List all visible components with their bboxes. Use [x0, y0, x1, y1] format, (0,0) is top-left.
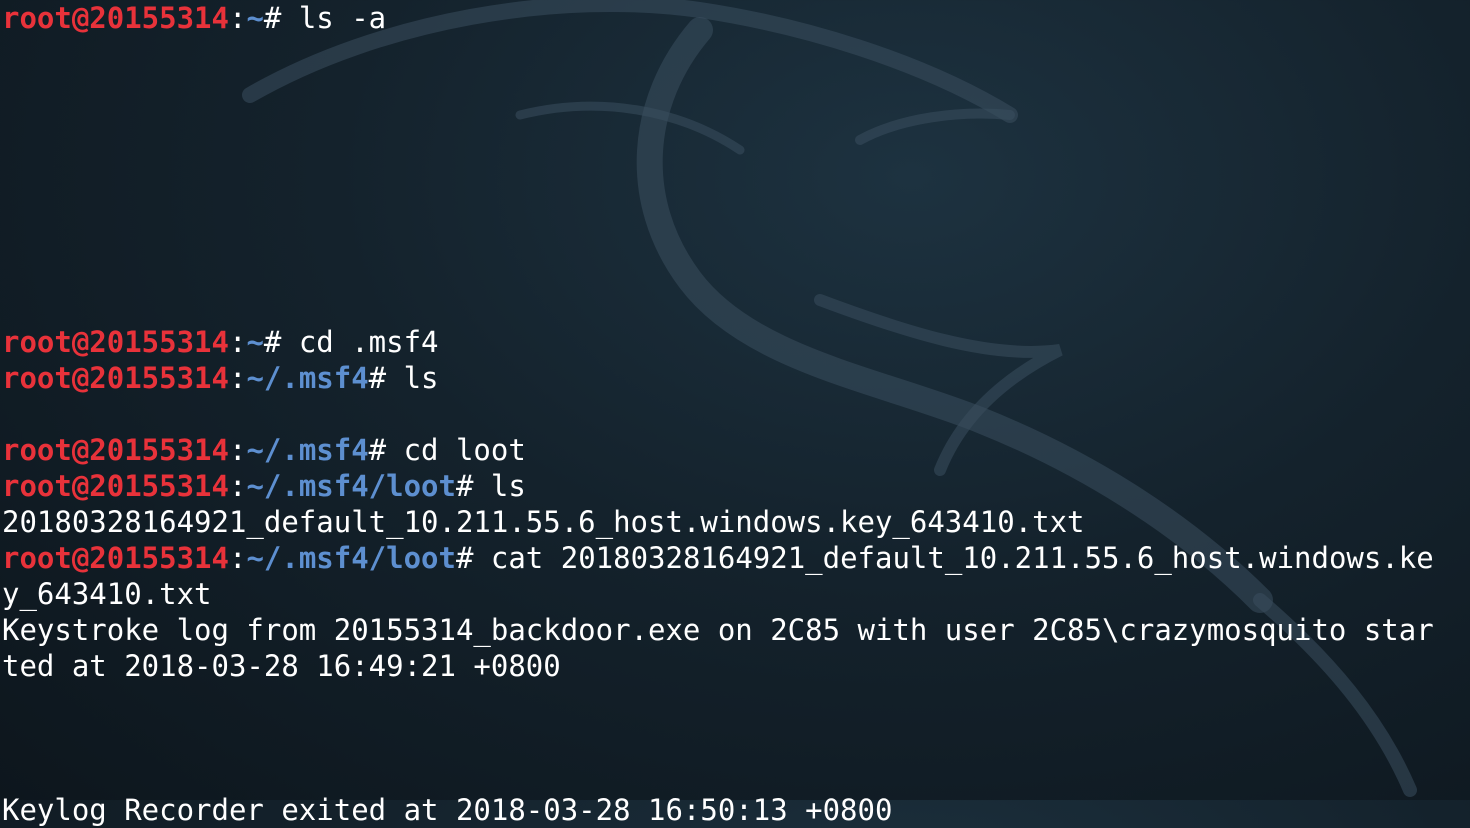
output-text: y_643410.txt — [2, 577, 212, 611]
prompt-separator: : — [228, 541, 247, 575]
command-text: ls — [490, 469, 526, 503]
prompt-cwd: ~/.msf4 — [246, 433, 369, 467]
cat-output-line: y_643410.txt — [2, 576, 212, 612]
prompt-hash: # — [263, 1, 299, 35]
prompt-user-host: root@20155314 — [2, 469, 229, 503]
prompt-separator: : — [228, 325, 247, 359]
output-text: Keylog Recorder exited at 2018-03-28 16:… — [2, 793, 893, 827]
command-text: ls -a — [298, 1, 387, 35]
prompt-user-host: root@20155314 — [2, 1, 229, 35]
prompt-line: root@20155314:~# cd .msf4 — [2, 324, 439, 360]
prompt-line: root@20155314:~# ls -a — [2, 0, 386, 36]
output-text: ted at 2018-03-28 16:49:21 +0800 — [2, 649, 561, 683]
cat-output-line: ted at 2018-03-28 16:49:21 +0800 — [2, 648, 561, 684]
prompt-cwd: ~ — [246, 1, 264, 35]
prompt-line: root@20155314:~/.msf4/loot# ls — [2, 468, 526, 504]
ls-output-row: 20180328164921_default_10.211.55.6_host.… — [2, 504, 1085, 540]
command-text: cd .msf4 — [298, 325, 439, 359]
command-text: cd loot — [403, 433, 526, 467]
cat-output-line: Keystroke log from 20155314_backdoor.exe… — [2, 612, 1434, 648]
prompt-separator: : — [228, 361, 247, 395]
command-text: cat 20180328164921_default_10.211.55.6_h… — [490, 541, 1434, 575]
command-text: ls — [403, 361, 439, 395]
output-text: Keystroke log from 20155314_backdoor.exe… — [2, 613, 1434, 647]
prompt-hash: # — [263, 325, 299, 359]
prompt-cwd: ~/.msf4 — [246, 361, 369, 395]
prompt-separator: : — [228, 469, 247, 503]
prompt-cwd: ~ — [246, 325, 264, 359]
prompt-line: root@20155314:~/.msf4# ls — [2, 360, 439, 396]
prompt-user-host: root@20155314 — [2, 433, 229, 467]
prompt-user-host: root@20155314 — [2, 325, 229, 359]
loot-file-entry: 20180328164921_default_10.211.55.6_host.… — [2, 505, 1085, 539]
prompt-hash: # — [368, 433, 404, 467]
prompt-hash: # — [455, 541, 491, 575]
cat-output-line: Keylog Recorder exited at 2018-03-28 16:… — [2, 792, 892, 828]
prompt-separator: : — [228, 1, 247, 35]
prompt-user-host: root@20155314 — [2, 361, 229, 395]
prompt-line: root@20155314:~/.msf4# cd loot — [2, 432, 526, 468]
prompt-hash: # — [368, 361, 404, 395]
prompt-user-host: root@20155314 — [2, 541, 229, 575]
prompt-cwd: ~/.msf4/loot — [246, 541, 456, 575]
prompt-hash: # — [455, 469, 491, 503]
prompt-separator: : — [228, 433, 247, 467]
prompt-line: root@20155314:~/.msf4/loot# cat 20180328… — [2, 540, 1434, 576]
prompt-cwd: ~/.msf4/loot — [246, 469, 456, 503]
